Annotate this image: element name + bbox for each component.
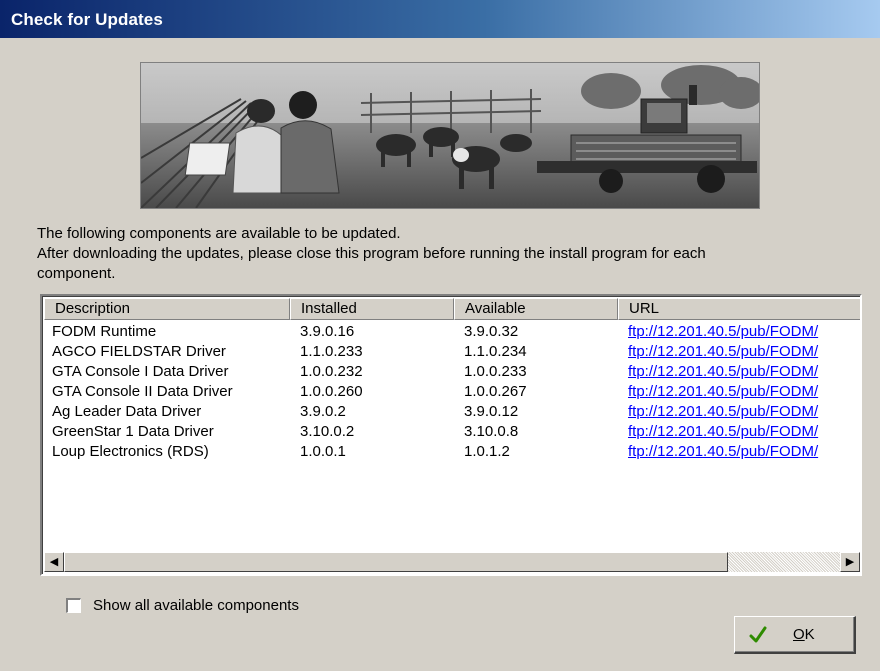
table-row[interactable]: GreenStar 1 Data Driver 3.10.0.2 3.10.0.… <box>44 422 860 442</box>
show-all-label[interactable]: Show all available components <box>93 597 299 614</box>
list-header: Description Installed Available URL <box>44 298 860 320</box>
cell-installed: 3.10.0.2 <box>300 423 355 440</box>
column-header-installed[interactable]: Installed <box>290 298 454 320</box>
farm-scene-banner <box>140 62 760 209</box>
table-row[interactable]: GTA Console I Data Driver 1.0.0.232 1.0.… <box>44 362 860 382</box>
intro-line-3: component. <box>37 265 116 282</box>
cell-available: 1.1.0.234 <box>464 343 527 360</box>
cell-description: AGCO FIELDSTAR Driver <box>52 343 226 360</box>
green-check-icon <box>749 626 767 642</box>
table-row[interactable]: GTA Console II Data Driver 1.0.0.260 1.0… <box>44 382 860 402</box>
cell-installed: 1.0.0.1 <box>300 443 346 460</box>
ok-button[interactable]: OK <box>734 616 856 654</box>
cell-available: 3.9.0.12 <box>464 403 519 420</box>
cell-installed: 1.0.0.232 <box>300 363 363 380</box>
intro-line-1: The following components are available t… <box>37 225 401 242</box>
table-row[interactable]: AGCO FIELDSTAR Driver 1.1.0.233 1.1.0.23… <box>44 342 860 362</box>
cell-url-link[interactable]: ftp://12.201.40.5/pub/FODM/ <box>620 362 860 382</box>
column-header-available[interactable]: Available <box>454 298 618 320</box>
cell-description: GreenStar 1 Data Driver <box>52 423 214 440</box>
cell-url-link[interactable]: ftp://12.201.40.5/pub/FODM/ <box>620 322 860 342</box>
cell-description: GTA Console I Data Driver <box>52 363 229 380</box>
horizontal-scrollbar[interactable]: ◀ ▶ <box>44 552 860 572</box>
list-rows: FODM Runtime 3.9.0.16 3.9.0.32 ftp://12.… <box>44 322 860 462</box>
table-row[interactable]: FODM Runtime 3.9.0.16 3.9.0.32 ftp://12.… <box>44 322 860 342</box>
cell-description: GTA Console II Data Driver <box>52 383 233 400</box>
column-header-url[interactable]: URL <box>618 298 860 320</box>
window-title: Check for Updates <box>11 10 163 29</box>
cell-url-link[interactable]: ftp://12.201.40.5/pub/FODM/ <box>620 442 860 462</box>
cell-url-link[interactable]: ftp://12.201.40.5/pub/FODM/ <box>620 402 860 422</box>
cell-available: 3.9.0.32 <box>464 323 519 340</box>
cell-available: 1.0.0.233 <box>464 363 527 380</box>
ok-label: OK <box>793 626 815 643</box>
cell-url-link[interactable]: ftp://12.201.40.5/pub/FODM/ <box>620 382 860 402</box>
cell-available: 1.0.0.267 <box>464 383 527 400</box>
cell-url-link[interactable]: ftp://12.201.40.5/pub/FODM/ <box>620 422 860 442</box>
cell-url-link[interactable]: ftp://12.201.40.5/pub/FODM/ <box>620 342 860 362</box>
show-all-checkbox[interactable] <box>66 598 81 613</box>
cell-installed: 3.9.0.2 <box>300 403 346 420</box>
cell-description: Loup Electronics (RDS) <box>52 443 209 460</box>
cell-description: Ag Leader Data Driver <box>52 403 202 420</box>
cell-installed: 1.1.0.233 <box>300 343 363 360</box>
components-list[interactable]: Description Installed Available URL FODM… <box>40 294 862 576</box>
cell-installed: 3.9.0.16 <box>300 323 355 340</box>
banner-image <box>141 63 759 208</box>
cell-available: 1.0.1.2 <box>464 443 510 460</box>
cell-description: FODM Runtime <box>52 323 157 340</box>
intro-line-2: After downloading the updates, please cl… <box>37 245 706 262</box>
title-bar[interactable]: Check for Updates <box>0 0 880 38</box>
cell-installed: 1.0.0.260 <box>300 383 363 400</box>
scroll-left-arrow-icon[interactable]: ◀ <box>44 552 64 572</box>
show-all-checkbox-row[interactable]: Show all available components <box>66 597 299 614</box>
scroll-thumb[interactable] <box>64 552 728 572</box>
scroll-right-arrow-icon[interactable]: ▶ <box>840 552 860 572</box>
cell-available: 3.10.0.8 <box>464 423 519 440</box>
check-for-updates-dialog: Check for Updates The following componen… <box>0 0 880 671</box>
column-header-description[interactable]: Description <box>44 298 290 320</box>
table-row[interactable]: Ag Leader Data Driver 3.9.0.2 3.9.0.12 f… <box>44 402 860 422</box>
table-row[interactable]: Loup Electronics (RDS) 1.0.0.1 1.0.1.2 f… <box>44 442 860 462</box>
